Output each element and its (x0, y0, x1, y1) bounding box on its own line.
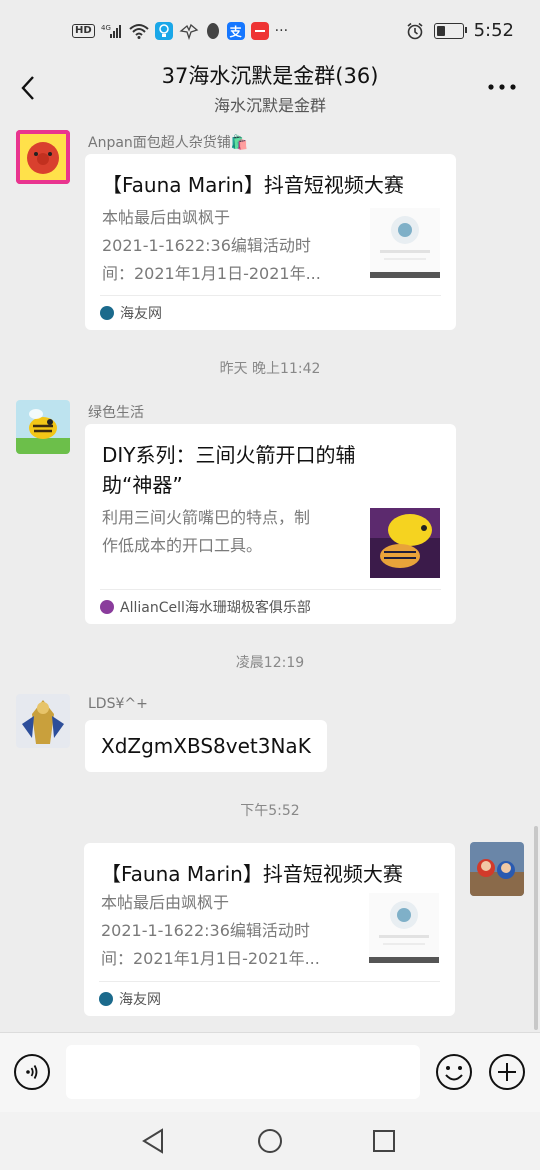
taobao-icon (250, 22, 269, 40)
battery-fill (436, 25, 445, 36)
nav-home-button[interactable] (253, 1124, 287, 1158)
card-description: 利用三间火箭嘴巴的特点，制 作低成本的开口工具。 (102, 504, 352, 560)
card-title: DIY系列：三间火箭开口的辅 助“神器” (102, 440, 438, 500)
more-functions-button[interactable] (488, 1053, 526, 1091)
source-logo-icon (100, 600, 114, 614)
card-title: 【Fauna Marin】抖音短视频大赛 (101, 862, 403, 886)
input-bar (0, 1032, 540, 1113)
alipay-icon: 支 (226, 22, 245, 40)
plus-icon (489, 1054, 525, 1090)
card-description: 本帖最后由飒枫于 2021-1-1622:36编辑活动时 间：2021年1月1日… (101, 889, 341, 973)
timestamp: 下午5:52 (240, 803, 300, 819)
card-desc-line: 2021-1-1622:36编辑活动时 (102, 236, 311, 255)
circle-home-icon (258, 1129, 282, 1153)
card-source-name: AllianCell海水珊瑚极客俱乐部 (120, 600, 311, 616)
message-input[interactable] (66, 1045, 420, 1099)
avatar[interactable] (16, 694, 70, 748)
qq-penguin-icon (205, 22, 221, 40)
sender-name: Anpan面包超人杂货铺🛍️ (88, 135, 249, 151)
timestamp: 凌晨12:19 (235, 655, 305, 671)
chat-title: 37海水沉默是金群(36) (161, 64, 379, 88)
sender-name: 绿色生活 (88, 405, 144, 421)
status-right-icons: 5:52 (406, 20, 514, 41)
lightbulb-app-icon (154, 22, 173, 40)
card-title: 【Fauna Marin】抖音短视频大赛 (102, 173, 404, 197)
card-desc-line: 利用三间火箭嘴巴的特点，制 (102, 508, 311, 527)
status-time: 5:52 (473, 20, 514, 41)
avatar[interactable] (16, 400, 70, 454)
more-dots-icon (488, 84, 516, 90)
card-desc-line: 作低成本的开口工具。 (102, 536, 263, 555)
square-recents-icon (373, 1130, 395, 1152)
text-message[interactable]: XdZgmXBS8vet3NaK (85, 720, 327, 772)
link-card[interactable]: 【Fauna Marin】抖音短视频大赛 本帖最后由飒枫于 2021-1-162… (84, 843, 455, 1016)
card-thumbnail (369, 893, 439, 963)
card-desc-line: 2021-1-1622:36编辑活动时 (101, 921, 310, 940)
alarm-icon (406, 22, 424, 40)
link-card[interactable]: 【Fauna Marin】抖音短视频大赛 本帖最后由飒枫于 2021-1-162… (85, 154, 456, 330)
triangle-back-icon (142, 1128, 163, 1154)
my-avatar[interactable] (470, 842, 524, 896)
network-type: 4G (101, 24, 111, 32)
card-source: AllianCell海水珊瑚极客俱乐部 (100, 589, 441, 624)
status-left-icons: HD 4G 支 ··· (72, 22, 288, 40)
signal-icon: 4G (101, 23, 123, 39)
source-logo-icon (99, 992, 113, 1006)
chat-header: 37海水沉默是金群(36) 海水沉默是金群 (0, 54, 540, 120)
card-source: 海友网 (100, 295, 441, 330)
timestamp: 昨天 晚上11:42 (219, 361, 321, 377)
emoji-icon (436, 1054, 472, 1090)
message-list[interactable]: Anpan面包超人杂货铺🛍️ 【Fauna Marin】抖音短视频大赛 本帖最后… (0, 120, 540, 1032)
card-desc-line: 本帖最后由飒枫于 (102, 208, 231, 227)
card-desc-line: 间：2021年1月1日-2021年... (101, 949, 320, 968)
card-source-name: 海友网 (120, 306, 162, 322)
source-logo-icon (100, 306, 114, 320)
nav-recents-button[interactable] (367, 1124, 401, 1158)
card-desc-line: 本帖最后由飒枫于 (101, 893, 230, 912)
system-nav-bar (0, 1112, 540, 1170)
card-source-name: 海友网 (119, 992, 161, 1008)
card-desc-line: 间：2021年1月1日-2021年... (102, 264, 321, 283)
sender-name: LDS¥^+ (88, 696, 148, 712)
card-source: 海友网 (99, 981, 440, 1016)
card-title-line: 助“神器” (102, 473, 183, 497)
voice-button[interactable] (14, 1054, 50, 1090)
card-description: 本帖最后由飒枫于 2021-1-1622:36编辑活动时 间：2021年1月1日… (102, 204, 342, 288)
emoji-button[interactable] (435, 1053, 473, 1091)
chat-subtitle: 海水沉默是金群 (213, 96, 326, 115)
hd-icon: HD (72, 24, 95, 38)
card-thumbnail (370, 208, 440, 278)
more-icon: ··· (274, 23, 289, 39)
more-options-button[interactable] (484, 72, 520, 102)
wifi-icon (129, 23, 149, 39)
battery-icon (433, 22, 467, 39)
card-title-line: DIY系列：三间火箭开口的辅 (102, 443, 356, 467)
voice-icon (26, 1065, 38, 1079)
nav-back-button[interactable] (136, 1124, 170, 1158)
eagle-app-icon (179, 22, 199, 40)
card-thumbnail (370, 508, 440, 578)
link-card[interactable]: DIY系列：三间火箭开口的辅 助“神器” 利用三间火箭嘴巴的特点，制 作低成本的… (85, 424, 456, 624)
scrollbar[interactable] (534, 826, 538, 1030)
message-text: XdZgmXBS8vet3NaK (101, 734, 311, 758)
avatar[interactable] (16, 130, 70, 184)
